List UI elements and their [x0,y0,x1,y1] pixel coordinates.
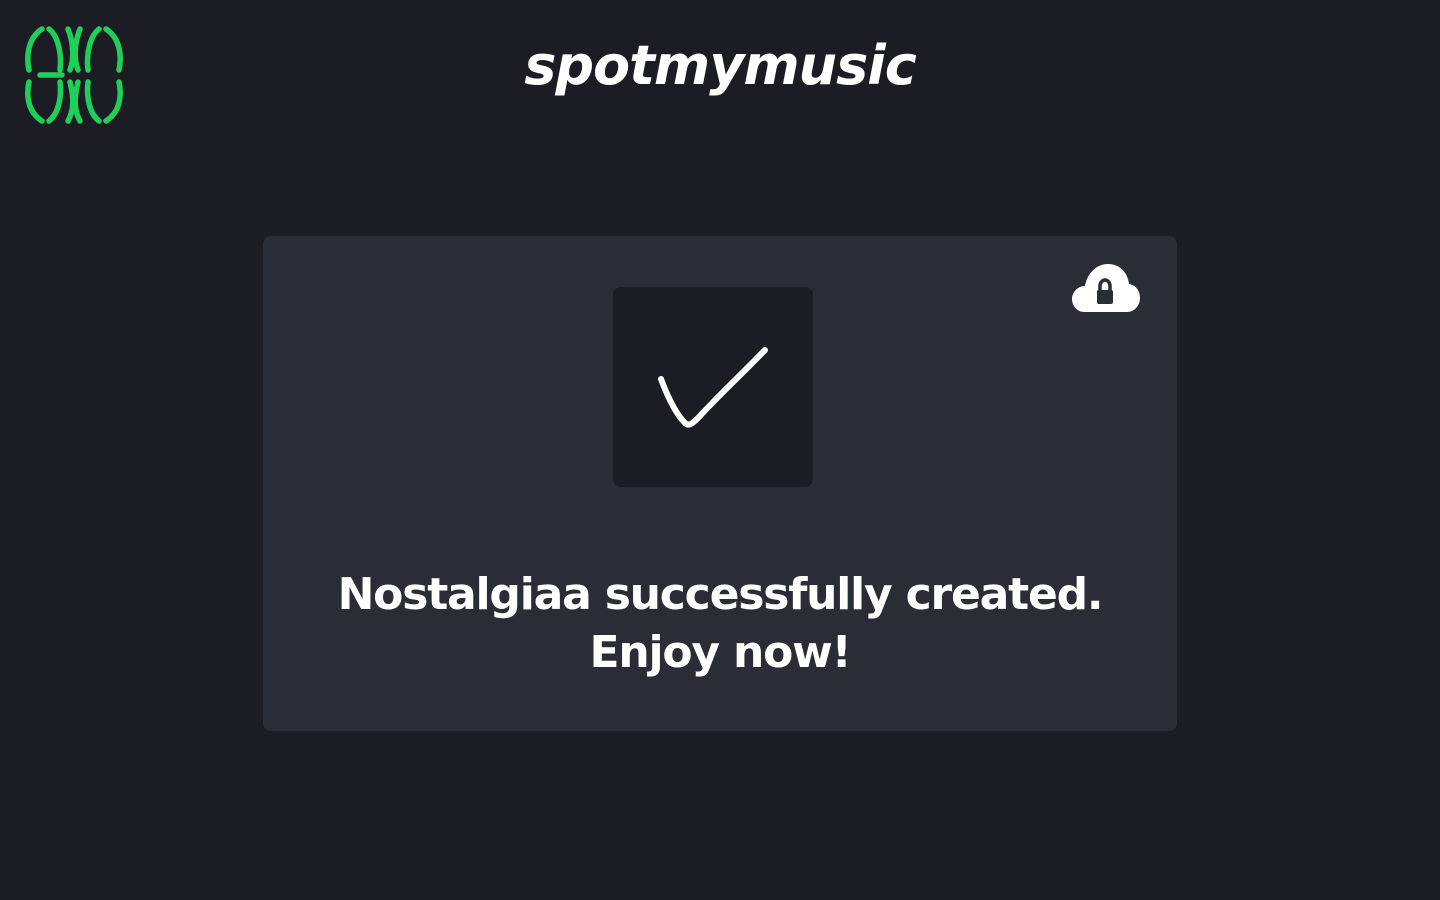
success-message: Nostalgiaa successfully created. Enjoy n… [263,566,1177,682]
cloud-lock-icon[interactable] [1071,260,1141,316]
success-message-line-2: Enjoy now! [589,627,852,678]
success-card: Nostalgiaa successfully created. Enjoy n… [263,236,1177,731]
brand-title[interactable]: spotmymusic [0,28,1440,104]
status-icon-box [613,287,813,487]
page: spotmymusic Nostalgiaa successfully crea… [0,0,1440,900]
success-message-line-1: Nostalgiaa successfully created. [337,569,1104,620]
checkmark-icon [658,347,768,428]
